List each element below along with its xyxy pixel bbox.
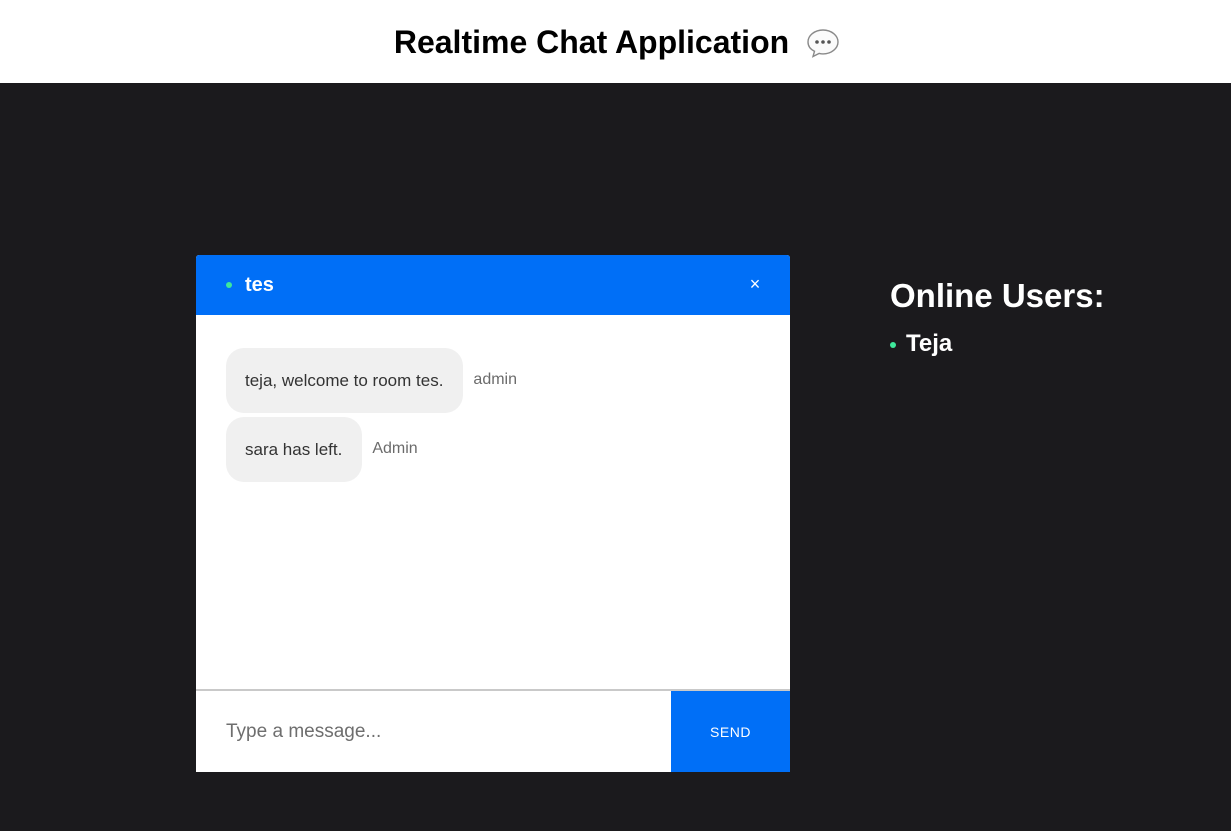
online-user-list: Teja — [890, 330, 1105, 358]
online-users-panel: Online Users: Teja — [890, 277, 1105, 358]
room-name: tes — [245, 274, 274, 296]
message-sender: Admin — [372, 440, 418, 457]
main-stage: tes × teja, welcome to room tes. admin s… — [0, 83, 1231, 831]
message-composer: SEND — [196, 689, 790, 772]
message-bubble: teja, welcome to room tes. — [226, 348, 464, 413]
online-status-dot-icon — [890, 342, 896, 348]
message-input[interactable] — [196, 691, 671, 772]
online-user-item: Teja — [890, 330, 1105, 358]
message-item: teja, welcome to room tes. admin — [226, 348, 517, 413]
message-item: sara has left. Admin — [226, 417, 418, 482]
speech-bubble-icon — [806, 28, 840, 58]
online-user-name: Teja — [906, 330, 953, 357]
chat-header: tes × — [196, 255, 790, 315]
online-users-title: Online Users: — [890, 277, 1105, 314]
message-sender: admin — [473, 371, 517, 388]
close-chat-button[interactable]: × — [746, 275, 764, 293]
message-list[interactable]: teja, welcome to room tes. admin sara ha… — [196, 315, 790, 689]
online-status-dot-icon — [226, 282, 232, 288]
app-header: Realtime Chat Application — [0, 0, 1231, 83]
chat-window: tes × teja, welcome to room tes. admin s… — [196, 255, 790, 772]
app-title: Realtime Chat Application — [393, 23, 790, 60]
message-bubble: sara has left. — [226, 417, 363, 482]
send-button[interactable]: SEND — [671, 691, 790, 772]
